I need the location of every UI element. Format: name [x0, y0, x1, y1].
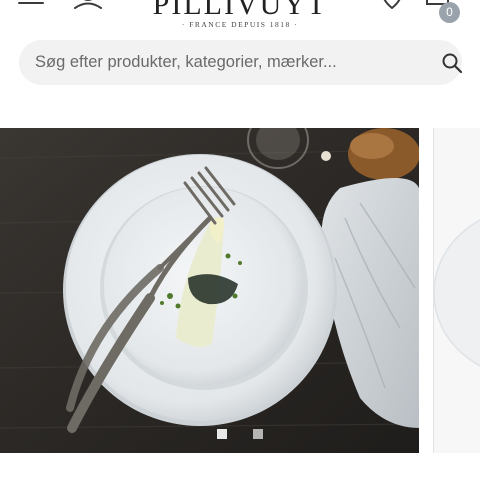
carousel-dot-1[interactable]	[217, 429, 227, 439]
hero-carousel[interactable]	[0, 128, 480, 453]
user-icon[interactable]	[72, 0, 104, 10]
search-input[interactable]	[35, 40, 415, 85]
logo-wordmark: PILLIVUYT	[152, 0, 328, 21]
menu-icon-bar	[18, 2, 44, 4]
carousel-dot-3[interactable]	[253, 429, 263, 439]
header: PILLIVUYT · FRANCE DEPUIS 1818 · 0	[0, 0, 480, 36]
carousel-slide-image[interactable]	[0, 128, 419, 453]
logo-tagline: · FRANCE DEPUIS 1818 ·	[181, 20, 299, 29]
cart-count-badge: 0	[439, 2, 460, 23]
search-icon[interactable]	[440, 51, 464, 75]
carousel-next-slide-preview[interactable]	[433, 128, 480, 453]
carousel-pagination	[0, 429, 480, 441]
next-slide-photo	[434, 128, 480, 453]
plate-photo	[0, 128, 419, 453]
heart-icon[interactable]	[378, 0, 406, 12]
brand-logo[interactable]: PILLIVUYT · FRANCE DEPUIS 1818 ·	[150, 0, 330, 29]
menu-icon[interactable]	[18, 0, 44, 8]
search-bar	[19, 40, 464, 85]
page: PILLIVUYT · FRANCE DEPUIS 1818 · 0	[0, 0, 480, 480]
